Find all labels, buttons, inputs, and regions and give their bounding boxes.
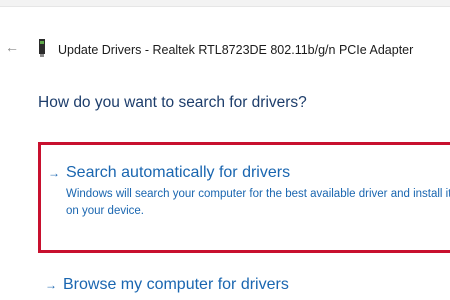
back-arrow-icon[interactable]: ← [3,38,21,56]
search-automatically-option[interactable]: → Search automatically for drivers Windo… [38,142,450,253]
arrow-right-icon: → [45,278,57,292]
window-top-edge [0,0,450,7]
network-adapter-icon [39,39,45,57]
browse-my-computer-title: Browse my computer for drivers [63,276,289,293]
page-heading: How do you want to search for drivers? [38,94,307,111]
browse-my-computer-option[interactable]: → Browse my computer for drivers [38,270,450,300]
arrow-right-icon: → [48,166,60,180]
window-title: Update Drivers - Realtek RTL8723DE 802.1… [58,43,414,57]
update-drivers-window: ← Update Drivers - Realtek RTL8723DE 802… [0,0,450,300]
search-automatically-title: Search automatically for drivers [66,164,291,181]
search-automatically-description: Windows will search your computer for th… [66,188,450,217]
